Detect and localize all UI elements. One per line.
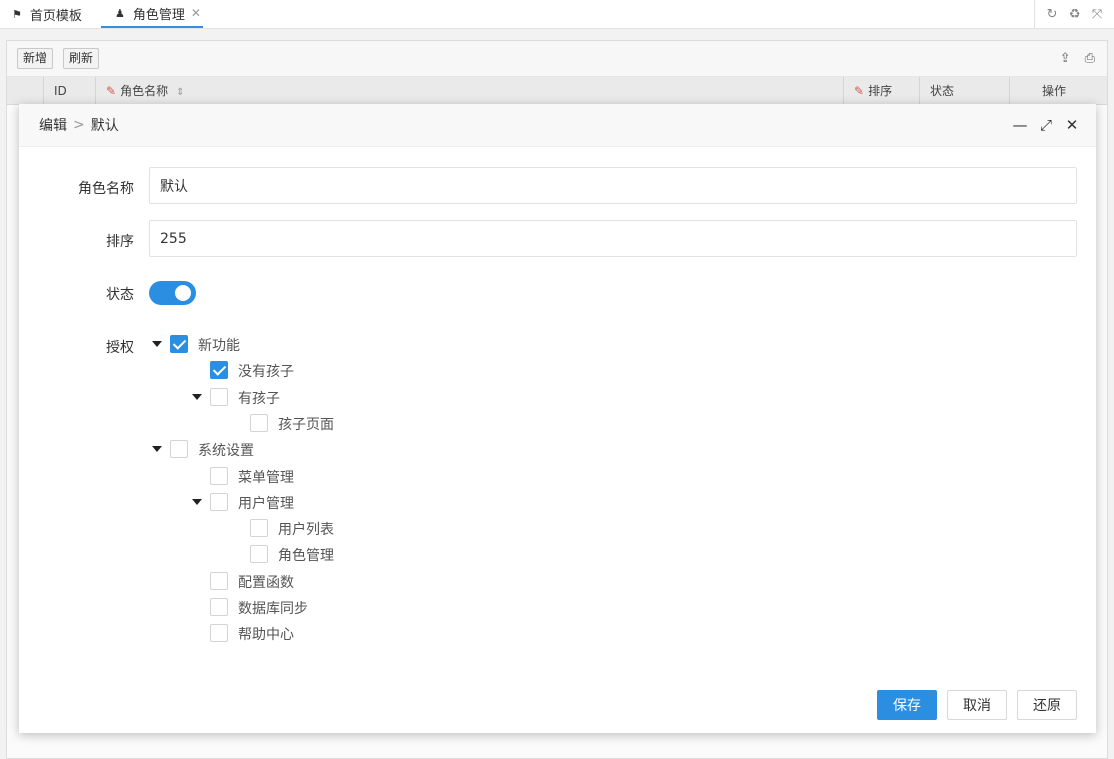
- close-icon[interactable]: ✕: [1064, 116, 1080, 134]
- tree-checkbox[interactable]: [210, 361, 228, 379]
- tree-node-label[interactable]: 菜单管理: [238, 467, 294, 487]
- tab-bar: ⚑ 首页模板 ♟ 角色管理 ✕ ↻ ♻ ⤧: [0, 0, 1114, 29]
- fullscreen-icon[interactable]: ⤧: [1092, 7, 1102, 22]
- column-id[interactable]: ID: [43, 77, 95, 105]
- tree-checkbox[interactable]: [210, 624, 228, 642]
- tree-node-label[interactable]: 新功能: [198, 335, 240, 355]
- tree-checkbox[interactable]: [170, 440, 188, 458]
- edit-icon: ✎: [854, 84, 865, 98]
- recycle-icon[interactable]: ♻: [1069, 7, 1081, 22]
- edit-icon: ✎: [106, 84, 117, 98]
- tree-checkbox[interactable]: [170, 335, 188, 353]
- tab-label: 首页模板: [29, 8, 82, 24]
- print-icon[interactable]: ⎙: [1085, 51, 1095, 66]
- expand-arrow-icon[interactable]: [152, 446, 162, 452]
- tree-node-label[interactable]: 数据库同步: [238, 598, 308, 618]
- table-header: ID ✎ 角色名称 ⇕ ✎ 排序 状态 操作: [7, 77, 1107, 105]
- tree-checkbox[interactable]: [210, 467, 228, 485]
- breadcrumb-separator: >: [73, 117, 85, 133]
- dialog-title: 编辑 > 默认 — ⤢ ✕: [19, 104, 1096, 147]
- tree-checkbox[interactable]: [210, 388, 228, 406]
- expand-arrow-icon[interactable]: [152, 341, 162, 347]
- column-actions: 操作: [1009, 77, 1109, 105]
- tab-role-management[interactable]: ♟ 角色管理 ✕: [101, 0, 203, 28]
- close-icon[interactable]: ✕: [191, 6, 201, 20]
- tree-node-label[interactable]: 系统设置: [198, 440, 254, 460]
- reset-button[interactable]: 还原: [1017, 690, 1077, 720]
- role-name-input[interactable]: [149, 167, 1077, 204]
- toggle-knob: [175, 285, 191, 301]
- expand-arrow-icon[interactable]: [192, 499, 202, 505]
- dialog-title-name: 默认: [90, 118, 119, 134]
- tree-checkbox[interactable]: [210, 493, 228, 511]
- tab-home-template[interactable]: ⚑ 首页模板: [12, 0, 82, 28]
- column-status[interactable]: 状态: [919, 77, 1009, 105]
- tree-checkbox[interactable]: [210, 572, 228, 590]
- person-icon: ♟: [115, 6, 125, 20]
- tree-checkbox[interactable]: [210, 598, 228, 616]
- save-button[interactable]: 保存: [877, 690, 937, 720]
- expand-arrow-icon[interactable]: [192, 394, 202, 400]
- tree-node-label[interactable]: 有孩子: [238, 388, 280, 408]
- tree-checkbox[interactable]: [250, 545, 268, 563]
- dialog-title-prefix: 编辑: [39, 118, 67, 134]
- role-name-label: 角色名称: [78, 181, 134, 197]
- column-role-name[interactable]: ✎ 角色名称 ⇕: [95, 77, 843, 105]
- export-icon[interactable]: ⇪: [1060, 51, 1071, 66]
- flag-icon: ⚑: [12, 7, 22, 21]
- status-toggle[interactable]: [149, 281, 196, 305]
- minimize-icon[interactable]: —: [1012, 116, 1028, 134]
- tree-node-label[interactable]: 配置函数: [238, 572, 294, 592]
- edit-role-dialog: 编辑 > 默认 — ⤢ ✕ 角色名称 排序 状态 授权 新功能没有孩子有孩子孩子…: [19, 104, 1096, 733]
- tree-node-label[interactable]: 角色管理: [278, 545, 334, 565]
- tab-label: 角色管理: [132, 7, 185, 23]
- list-toolbar: 新增 刷新 ⇪ ⎙: [7, 41, 1107, 77]
- sort-icon[interactable]: ⇕: [176, 87, 184, 98]
- sort-input[interactable]: [149, 220, 1077, 257]
- column-sort[interactable]: ✎ 排序: [843, 77, 919, 105]
- maximize-icon[interactable]: ⤢: [1038, 116, 1054, 134]
- sort-label: 排序: [106, 234, 134, 250]
- tree-node-label[interactable]: 用户列表: [278, 519, 334, 539]
- tree-node-label[interactable]: 没有孩子: [238, 361, 294, 381]
- refresh-button[interactable]: 刷新: [63, 48, 100, 69]
- tab-tools: ↻ ♻ ⤧: [1034, 0, 1114, 28]
- status-label: 状态: [106, 287, 134, 303]
- add-button[interactable]: 新增: [17, 48, 54, 69]
- auth-label: 授权: [106, 340, 134, 356]
- cancel-button[interactable]: 取消: [947, 690, 1007, 720]
- tree-node-label[interactable]: 孩子页面: [278, 414, 334, 434]
- tree-node-label[interactable]: 用户管理: [238, 493, 294, 513]
- refresh-icon[interactable]: ↻: [1047, 7, 1058, 22]
- tree-checkbox[interactable]: [250, 414, 268, 432]
- tree-node-label[interactable]: 帮助中心: [238, 624, 294, 644]
- tree-checkbox[interactable]: [250, 519, 268, 537]
